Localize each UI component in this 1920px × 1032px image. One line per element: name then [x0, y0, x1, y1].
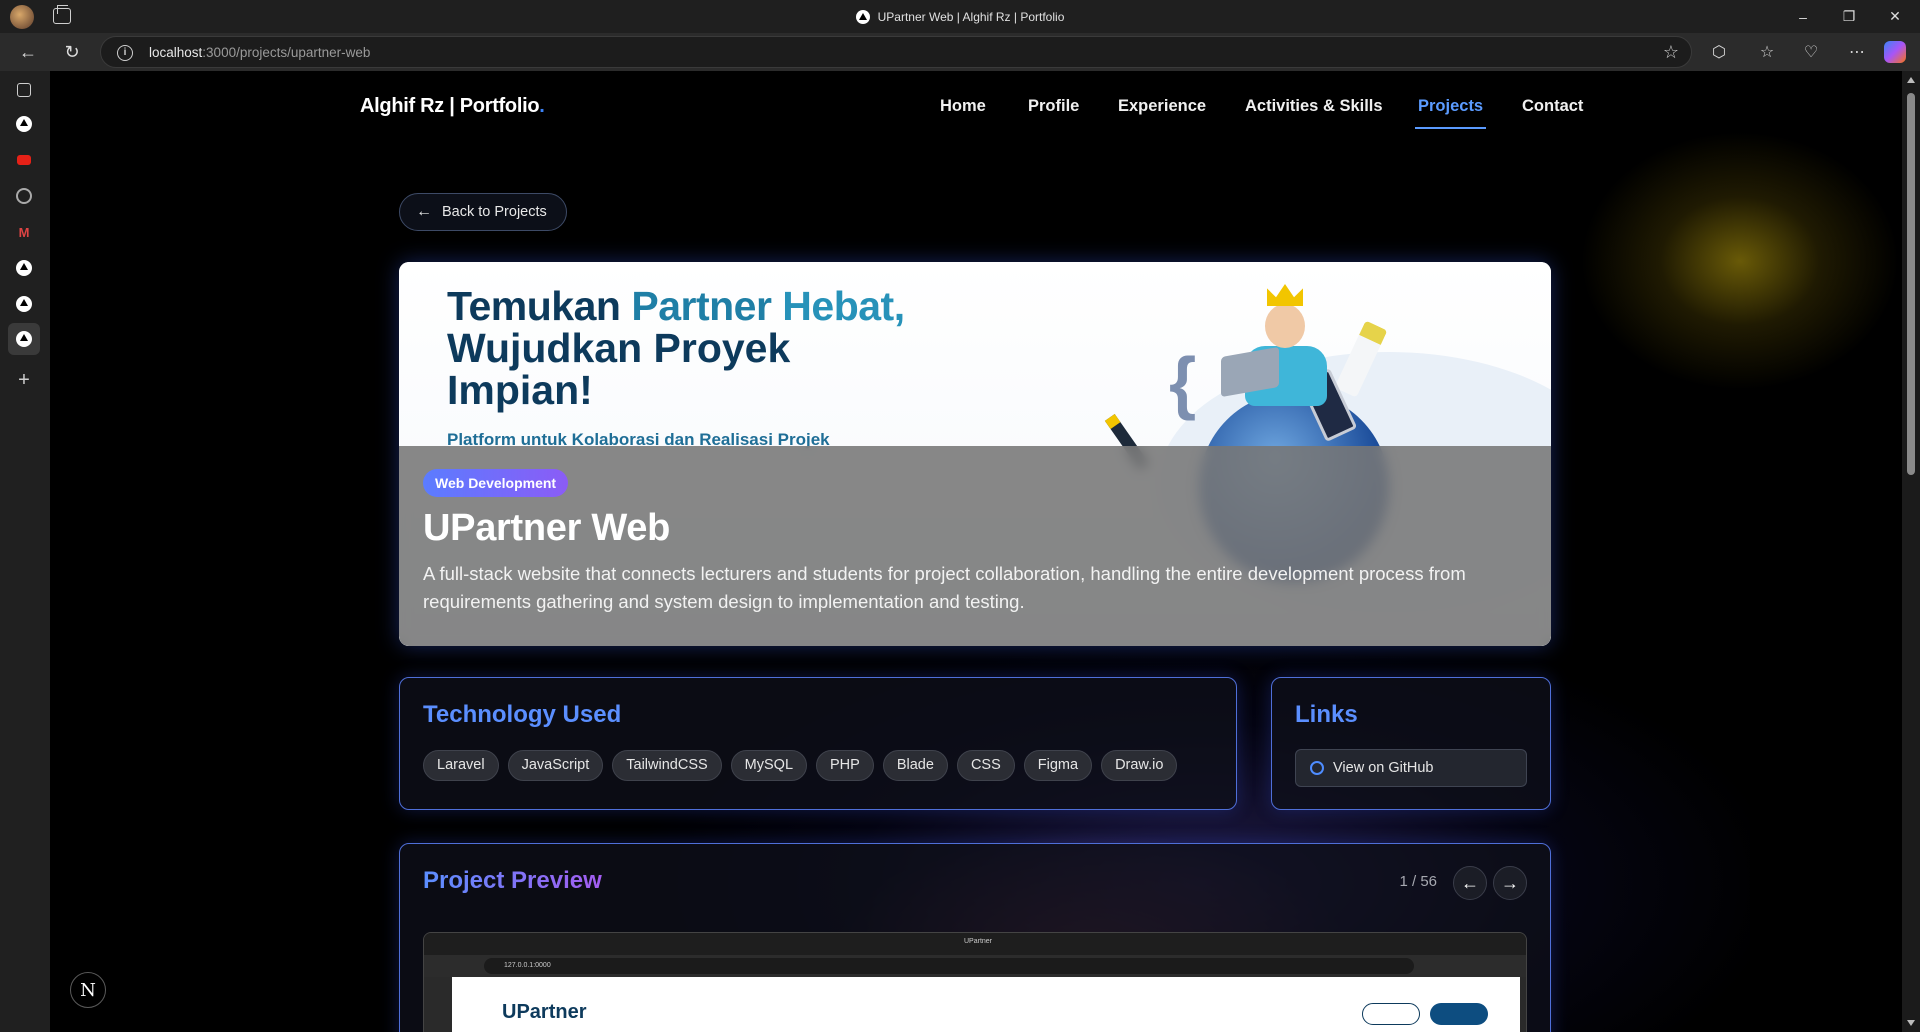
new-tab-plus-icon[interactable]: + — [13, 369, 35, 391]
preview-shot-register-button — [1430, 1003, 1488, 1025]
nav-profile[interactable]: Profile — [1028, 97, 1079, 121]
close-window-button[interactable]: ✕ — [1872, 0, 1918, 33]
window-title-bar: UPartner Web | Alghif Rz | Portfolio – ❐… — [0, 0, 1920, 33]
gmail-icon: M — [18, 224, 30, 240]
preview-counter: 1 / 56 — [1399, 873, 1437, 890]
tech-chip: MySQL — [730, 750, 808, 781]
cover-person-head — [1265, 304, 1305, 348]
technology-card: Technology Used Laravel JavaScript Tailw… — [399, 677, 1237, 810]
tech-chip: Draw.io — [1101, 750, 1178, 781]
back-arrow-icon[interactable]: ← — [16, 40, 40, 64]
tab-nextjs-3[interactable] — [13, 293, 35, 315]
cover-headline-line2: Wujudkan Proyek — [447, 325, 791, 371]
scrollbar-thumb[interactable] — [1907, 93, 1915, 475]
restore-button[interactable]: ❐ — [1826, 0, 1872, 33]
tab-nextjs-1[interactable] — [13, 113, 35, 135]
nav-projects[interactable]: Projects — [1414, 97, 1487, 129]
technology-list: Laravel JavaScript TailwindCSS MySQL PHP… — [423, 750, 1178, 781]
project-description: A full-stack website that connects lectu… — [423, 563, 1466, 612]
profile-avatar[interactable] — [10, 5, 34, 29]
back-to-projects-label: Back to Projects — [442, 204, 547, 220]
page-viewport: Alghif Rz | Portfolio. Home Profile Expe… — [50, 71, 1902, 1032]
url-text[interactable]: localhost:3000/projects/upartner-web — [149, 45, 370, 60]
tech-chip: Figma — [1023, 750, 1093, 781]
project-preview-card: Project Preview 1 / 56 ← → UPartner 127.… — [399, 843, 1551, 1032]
cover-headline-line3: Impian! — [447, 367, 593, 413]
nextjs-icon — [16, 260, 32, 276]
view-on-github-label: View on GitHub — [1333, 760, 1434, 776]
preview-prev-button[interactable]: ← — [1453, 866, 1487, 900]
tab-youtube[interactable] — [13, 149, 35, 171]
preview-screenshot[interactable]: UPartner 127.0.0.1:0000 UPartner — [423, 932, 1527, 1032]
cover-headline-line1: Temukan Partner Hebat, — [447, 283, 905, 329]
tab-favicon-icon — [855, 9, 870, 24]
arrow-left-icon: ← — [416, 203, 432, 220]
category-badge: Web Development — [423, 469, 569, 497]
window-title: UPartner Web | Alghif Rz | Portfolio — [0, 0, 1920, 33]
preview-heading: Project Preview — [423, 867, 602, 894]
reload-icon[interactable]: ↻ — [60, 40, 84, 64]
nextjs-dev-indicator[interactable]: N — [70, 972, 106, 1008]
tech-chip: PHP — [816, 750, 874, 781]
nav-experience[interactable]: Experience — [1118, 97, 1206, 121]
preview-shot-logo: UPartner — [502, 1001, 587, 1023]
tab-nextjs-active[interactable] — [13, 328, 35, 350]
preview-shot-page: UPartner — [452, 977, 1520, 1032]
browser-toolbar: ← ↻ i localhost:3000/projects/upartner-w… — [0, 33, 1920, 71]
project-title: UPartner Web — [423, 507, 670, 549]
favorite-star-icon[interactable]: ☆ — [1663, 42, 1679, 63]
technology-heading: Technology Used — [423, 701, 622, 728]
tab-globe[interactable] — [13, 185, 35, 207]
tech-chip: CSS — [956, 750, 1015, 781]
links-heading: Links — [1295, 701, 1358, 728]
preview-next-button[interactable]: → — [1493, 866, 1527, 900]
tab-gmail[interactable]: M — [13, 221, 35, 243]
browser-essentials-icon[interactable]: ♡ — [1800, 41, 1822, 63]
preview-shot-url: 127.0.0.1:0000 — [484, 958, 1414, 974]
extensions-icon[interactable]: ⬡ — [1708, 41, 1730, 63]
tab-actions-icon[interactable] — [17, 83, 31, 97]
scroll-down-arrow-icon[interactable] — [1907, 1020, 1915, 1026]
cover-brace-illustration: { — [1169, 343, 1197, 421]
tech-chip: JavaScript — [507, 750, 604, 781]
favorites-icon[interactable]: ☆ — [1756, 41, 1778, 63]
nav-contact[interactable]: Contact — [1522, 97, 1583, 121]
copilot-icon[interactable] — [1884, 41, 1906, 63]
tech-chip: Blade — [882, 750, 948, 781]
workspaces-icon[interactable] — [53, 5, 71, 24]
preview-shot-login-button — [1362, 1003, 1420, 1025]
youtube-icon — [17, 155, 31, 165]
project-hero-card: { Temukan Partner Hebat, Wujudkan Proyek… — [399, 262, 1551, 646]
scroll-up-arrow-icon[interactable] — [1907, 77, 1915, 83]
preview-shot-tab-title: UPartner — [964, 938, 993, 945]
back-to-projects-button[interactable]: ← Back to Projects — [399, 193, 567, 231]
links-card: Links View on GitHub — [1271, 677, 1551, 810]
site-brand-logo[interactable]: Alghif Rz | Portfolio. — [360, 95, 545, 118]
view-on-github-button[interactable]: View on GitHub — [1295, 749, 1527, 787]
tech-chip: Laravel — [423, 750, 499, 781]
globe-icon — [16, 188, 32, 204]
background-glow-yellow — [1580, 131, 1900, 391]
nav-home[interactable]: Home — [940, 97, 986, 121]
window-title-text: UPartner Web | Alghif Rz | Portfolio — [877, 9, 1065, 24]
nextjs-icon — [16, 331, 32, 347]
preview-shot-titlebar: UPartner — [424, 933, 1526, 955]
nextjs-icon — [16, 296, 32, 312]
nextjs-icon — [16, 116, 32, 132]
address-bar[interactable]: i localhost:3000/projects/upartner-web ☆ — [100, 36, 1692, 68]
github-icon — [1310, 761, 1324, 775]
tech-chip: TailwindCSS — [612, 750, 722, 781]
page-scrollbar[interactable] — [1902, 71, 1920, 1032]
more-menu-icon[interactable]: ⋯ — [1846, 41, 1868, 63]
preview-shot-toolbar: 127.0.0.1:0000 — [424, 955, 1526, 977]
minimize-button[interactable]: – — [1780, 0, 1826, 33]
vertical-tabs-sidebar: M + — [0, 71, 50, 1032]
nav-activities-skills[interactable]: Activities & Skills — [1245, 97, 1383, 121]
tab-nextjs-2[interactable] — [13, 257, 35, 279]
site-info-icon[interactable]: i — [117, 45, 133, 61]
